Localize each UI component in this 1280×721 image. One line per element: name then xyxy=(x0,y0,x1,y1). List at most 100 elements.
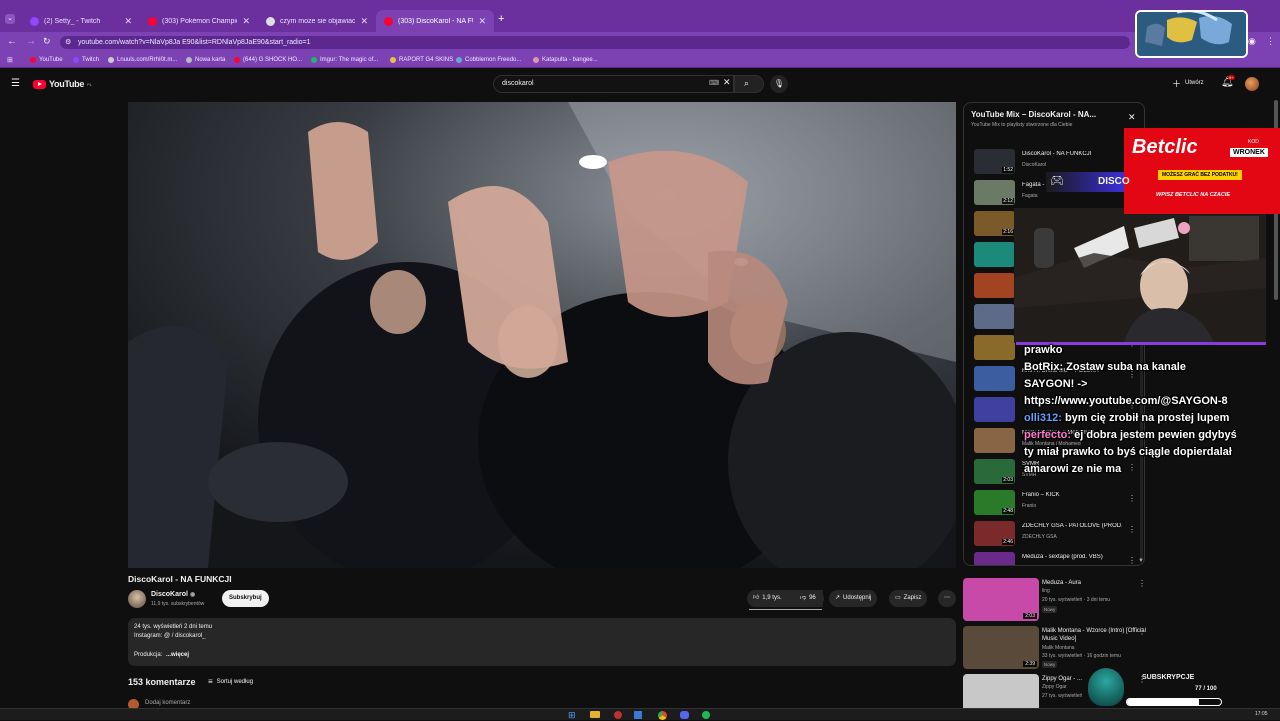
profile-icon[interactable]: ◉ xyxy=(1248,36,1256,47)
close-playlist-icon[interactable]: ✕ xyxy=(1128,112,1136,123)
show-more-link[interactable]: ...więcej xyxy=(166,652,189,658)
playlist-scrollbar-arrow-icon[interactable]: ▼ xyxy=(1138,558,1144,564)
voice-search-button[interactable]: 🎙︎ xyxy=(770,75,788,93)
playlist-thumbnail[interactable] xyxy=(974,397,1015,422)
more-vert-icon[interactable]: ⋮ xyxy=(1138,579,1146,588)
more-actions-button[interactable]: ⋯ xyxy=(938,590,956,607)
game-minimap-overlay xyxy=(1135,10,1248,58)
duration-badge: 2:16 xyxy=(1002,229,1014,235)
share-button[interactable]: ↗ Udostępnij xyxy=(829,590,878,607)
video-player[interactable] xyxy=(128,102,956,568)
account-avatar[interactable] xyxy=(1245,77,1259,91)
subscription-goal-widget: SUBSKRYPCJE 77 / 100 xyxy=(1080,666,1280,714)
youtube-logo[interactable]: YouTube PL xyxy=(33,79,92,89)
tab-search-icon[interactable]: ⌄ xyxy=(5,14,15,24)
playlist-thumbnail[interactable] xyxy=(974,242,1015,267)
duration-badge: 2:03 xyxy=(1023,613,1037,619)
playlist-thumbnail[interactable] xyxy=(974,366,1015,391)
menu-icon[interactable]: ⋮ xyxy=(1266,36,1275,47)
dislike-button[interactable]: 👎︎ 96 xyxy=(794,590,824,607)
playlist-thumbnail[interactable]: 2:48 xyxy=(974,490,1015,515)
playlist-item[interactable]: Meduza - sextape (prod. VBS) ling i Meduz… xyxy=(974,552,1144,565)
search-button[interactable]: ⌕ xyxy=(734,75,764,93)
bookmark-gshock[interactable]: (644) G SHOCK HO... xyxy=(234,57,302,63)
browser-tab-1[interactable]: (2) Setty_ - Twitch ✕ xyxy=(22,10,140,32)
bookmark-imgur[interactable]: Imgur: The magic of... xyxy=(311,57,378,63)
bookmark-youtube[interactable]: YouTube xyxy=(30,57,63,63)
playlist-thumbnail[interactable] xyxy=(974,428,1015,453)
more-vert-icon[interactable]: ⋮ xyxy=(1128,525,1136,534)
sort-comments-button[interactable]: ≡ Sortuj według xyxy=(208,677,253,686)
hamburger-menu-icon[interactable]: ☰ xyxy=(11,78,20,89)
tab-title: (2) Setty_ - Twitch xyxy=(44,17,101,25)
app-icon[interactable] xyxy=(614,711,622,719)
keyboard-icon[interactable]: ⌨ xyxy=(709,79,719,87)
browser-tab-3[interactable]: czym moze sie objawiac uczeni ✕ xyxy=(258,10,376,32)
duration-badge: 2:48 xyxy=(1002,508,1014,514)
tab-close-icon[interactable]: ✕ xyxy=(478,16,486,27)
channel-avatar[interactable] xyxy=(128,590,146,608)
playlist-item[interactable]: 2:48 Franio – KICK Franio ⋮ xyxy=(974,490,1144,518)
channel-name[interactable]: DiscoKarol ◉ xyxy=(151,591,195,598)
playlist-thumbnail[interactable] xyxy=(974,273,1015,298)
playlist-thumbnail[interactable]: 2:12 xyxy=(974,180,1015,205)
playlist-thumbnail[interactable]: 1:52 xyxy=(974,149,1015,174)
stream-chat-overlay: prawko BotRix: Zostaw suba na kanale SAYGO… xyxy=(1016,343,1266,483)
tab-close-icon[interactable]: ✕ xyxy=(242,16,250,27)
save-button[interactable]: ▭ Zapisz xyxy=(889,590,928,607)
reload-icon[interactable]: ↻ xyxy=(43,36,51,47)
bookmark-cobblemon[interactable]: Cobblemon Freedo... xyxy=(456,57,521,63)
app-icon[interactable] xyxy=(634,711,642,719)
chrome-icon[interactable] xyxy=(658,711,667,720)
more-vert-icon[interactable]: ⋮ xyxy=(1128,556,1136,565)
playlist-thumbnail[interactable] xyxy=(974,552,1015,565)
bookmark-raport[interactable]: RAPORT G4 SKINS xyxy=(390,57,453,63)
site-info-icon[interactable]: ⚙ xyxy=(65,36,71,49)
playlist-thumbnail[interactable]: 2:16 xyxy=(974,211,1015,236)
promo-code-top: KOD xyxy=(1248,139,1259,145)
chat-text: SAYGON! -> xyxy=(1024,378,1088,390)
recommended-video[interactable]: 2:03 Meduza - Aura ling 20 tys. wyświetleń … xyxy=(963,578,1273,622)
file-explorer-icon[interactable] xyxy=(590,711,600,718)
create-button[interactable]: Utwórz xyxy=(1185,80,1204,86)
playlist-thumbnail[interactable]: 2:46 xyxy=(974,521,1015,546)
more-vert-icon[interactable]: ⋮ xyxy=(1128,494,1136,503)
more-horiz-icon: ⋯ xyxy=(944,595,950,601)
more-vert-icon[interactable]: ⋮ xyxy=(1138,627,1146,636)
discord-taskbar-icon[interactable] xyxy=(680,711,689,719)
browser-tab-2[interactable]: (303) Pokémon Champions - Ofi ✕ xyxy=(140,10,258,32)
search-input[interactable]: discokarol xyxy=(493,75,734,93)
playlist-thumbnail[interactable] xyxy=(974,304,1015,329)
notifications-badge: 9+ xyxy=(1228,75,1235,80)
bookmark-new-tab[interactable]: Nowa karta xyxy=(186,57,225,63)
playlist-item[interactable]: 2:46 ZDECHLY GSA - PATOLOVE (PROD. AETHER… xyxy=(974,521,1144,549)
tab-close-icon[interactable]: ✕ xyxy=(360,16,368,27)
spotify-icon[interactable] xyxy=(702,711,710,719)
back-icon[interactable]: ← xyxy=(7,36,17,47)
apps-grid-icon[interactable]: ⊞ xyxy=(7,56,13,64)
description-box[interactable] xyxy=(128,618,956,666)
forward-icon[interactable]: → xyxy=(26,36,36,47)
clear-search-icon[interactable]: ✕ xyxy=(723,77,731,88)
playlist-subtitle: YouTube Mix to playlisty stworzone dla C… xyxy=(971,122,1073,128)
bookmark-twitch[interactable]: Twitch xyxy=(73,57,99,63)
url-bar[interactable]: ⚙ youtube.com/watch?v=NlaVp8Ja E90&list=… xyxy=(60,36,1130,49)
comments-count: 153 komentarze xyxy=(128,677,196,687)
clock: 17:05 xyxy=(1255,711,1268,717)
tab-title: (303) Pokémon Champions - Ofi xyxy=(162,17,237,25)
browser-tab-4[interactable]: (303) DiscoKarol - NA FUNKCJI ✕ xyxy=(376,10,494,32)
bookmark-katapulta[interactable]: Katapulta - bangee... xyxy=(533,57,598,63)
subscribe-button[interactable]: Subskrybuj xyxy=(222,590,269,607)
tab-close-icon[interactable]: ✕ xyxy=(124,16,132,27)
playlist-thumbnail[interactable] xyxy=(974,335,1015,360)
bookmark-lnuuls[interactable]: Lnuuls.com/RrhI0t.m... xyxy=(108,57,177,63)
playlist-thumbnail[interactable]: 2:03 xyxy=(974,459,1015,484)
video-thumbnail[interactable]: 2:39 xyxy=(963,626,1039,669)
playlist-title[interactable]: YouTube Mix – DiscoKarol - NA... xyxy=(971,110,1096,119)
new-tab-icon[interactable]: + xyxy=(498,13,504,25)
add-comment-input[interactable]: Dodaj komentarz xyxy=(145,700,190,706)
video-thumbnail[interactable]: 2:03 xyxy=(963,578,1039,621)
create-plus-icon[interactable]: ＋ xyxy=(1172,77,1181,90)
recommended-video[interactable]: 2:39 Malik Montana - Wzorce (Intro) [Offi… xyxy=(963,626,1273,670)
start-icon[interactable]: ⊞ xyxy=(568,710,576,721)
